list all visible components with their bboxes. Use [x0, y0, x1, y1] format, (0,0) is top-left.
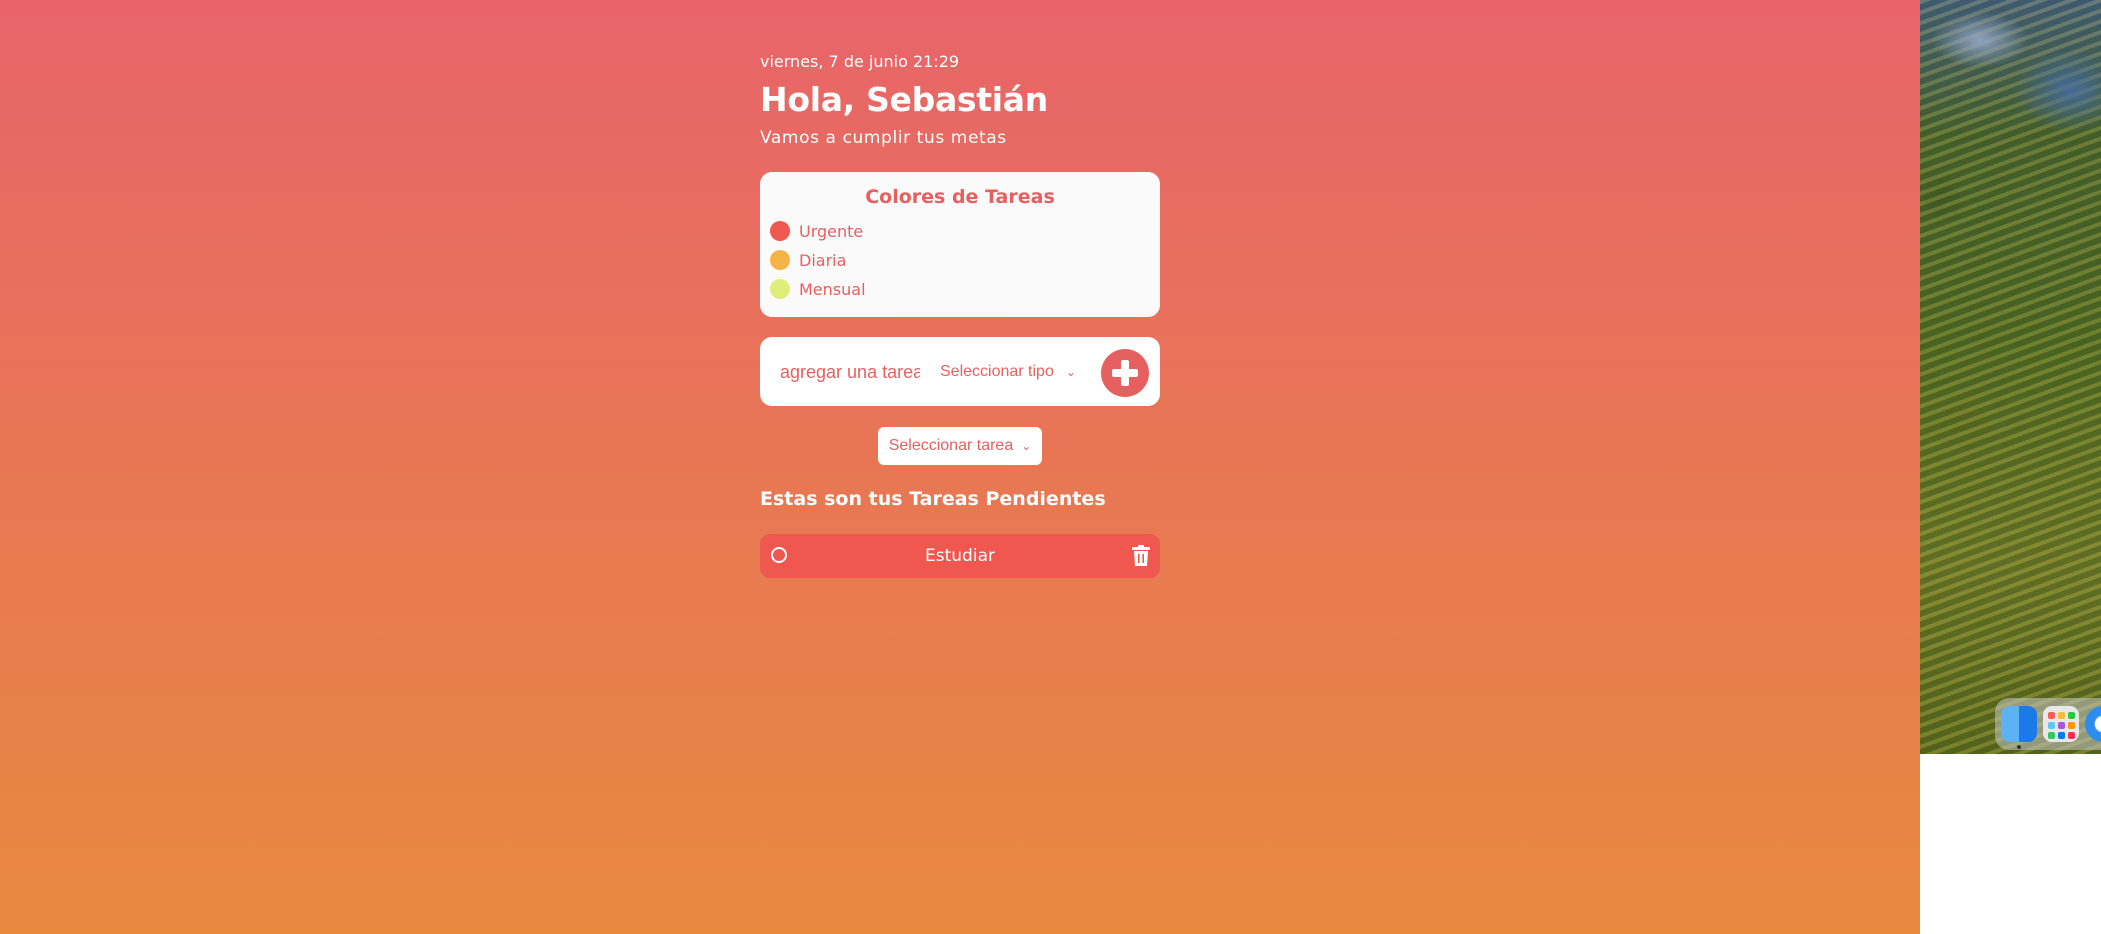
desktop-wallpaper — [1920, 0, 2101, 754]
macos-dock — [1995, 698, 2101, 750]
greeting-subtitle: Vamos a cumplir tus metas — [760, 128, 1007, 148]
greeting-title: Hola, Sebastián — [760, 80, 1048, 119]
task-filter-select-value: Seleccionar tarea — [888, 437, 1014, 454]
chevron-down-icon: ⌄ — [1021, 439, 1032, 453]
launchpad-icon[interactable] — [2043, 706, 2079, 742]
chevron-down-icon: ⌄ — [1065, 365, 1076, 379]
task-filter-select[interactable]: Seleccionar tarea ⌄ — [878, 427, 1042, 465]
monthly-color-dot — [770, 279, 790, 299]
app-background: viernes, 7 de junio 21:29 Hola, Sebastiá… — [0, 0, 1920, 934]
daily-color-dot — [770, 250, 790, 270]
trash-icon[interactable] — [1131, 545, 1151, 567]
date-time: viernes, 7 de junio 21:29 — [760, 52, 960, 71]
running-indicator — [2017, 745, 2021, 749]
add-task-button[interactable] — [1101, 349, 1149, 397]
add-task-form: Seleccionar tipo ⌄ — [760, 337, 1160, 406]
plus-icon — [1112, 360, 1138, 386]
task-input[interactable] — [770, 353, 930, 391]
finder-icon[interactable] — [2001, 706, 2037, 742]
task-row[interactable]: Estudiar — [760, 534, 1160, 578]
legend-item-urgente: Urgente — [770, 220, 863, 242]
pending-tasks-heading: Estas son tus Tareas Pendientes — [760, 488, 1106, 510]
legend-item-diaria: Diaria — [770, 249, 846, 271]
legend-item-label: Diaria — [799, 250, 847, 270]
safari-icon[interactable] — [2085, 706, 2101, 742]
task-colors-legend: Colores de Tareas Urgente Diaria Mensual — [760, 172, 1160, 317]
legend-item-label: Mensual — [799, 279, 866, 299]
task-type-select[interactable]: Seleccionar tipo ⌄ — [940, 357, 1090, 387]
task-type-select-value: Seleccionar tipo — [940, 363, 1054, 380]
legend-item-mensual: Mensual — [770, 278, 866, 300]
legend-title: Colores de Tareas — [865, 186, 1055, 208]
task-label: Estudiar — [925, 546, 995, 566]
urgent-color-dot — [770, 221, 790, 241]
legend-item-label: Urgente — [799, 221, 864, 241]
